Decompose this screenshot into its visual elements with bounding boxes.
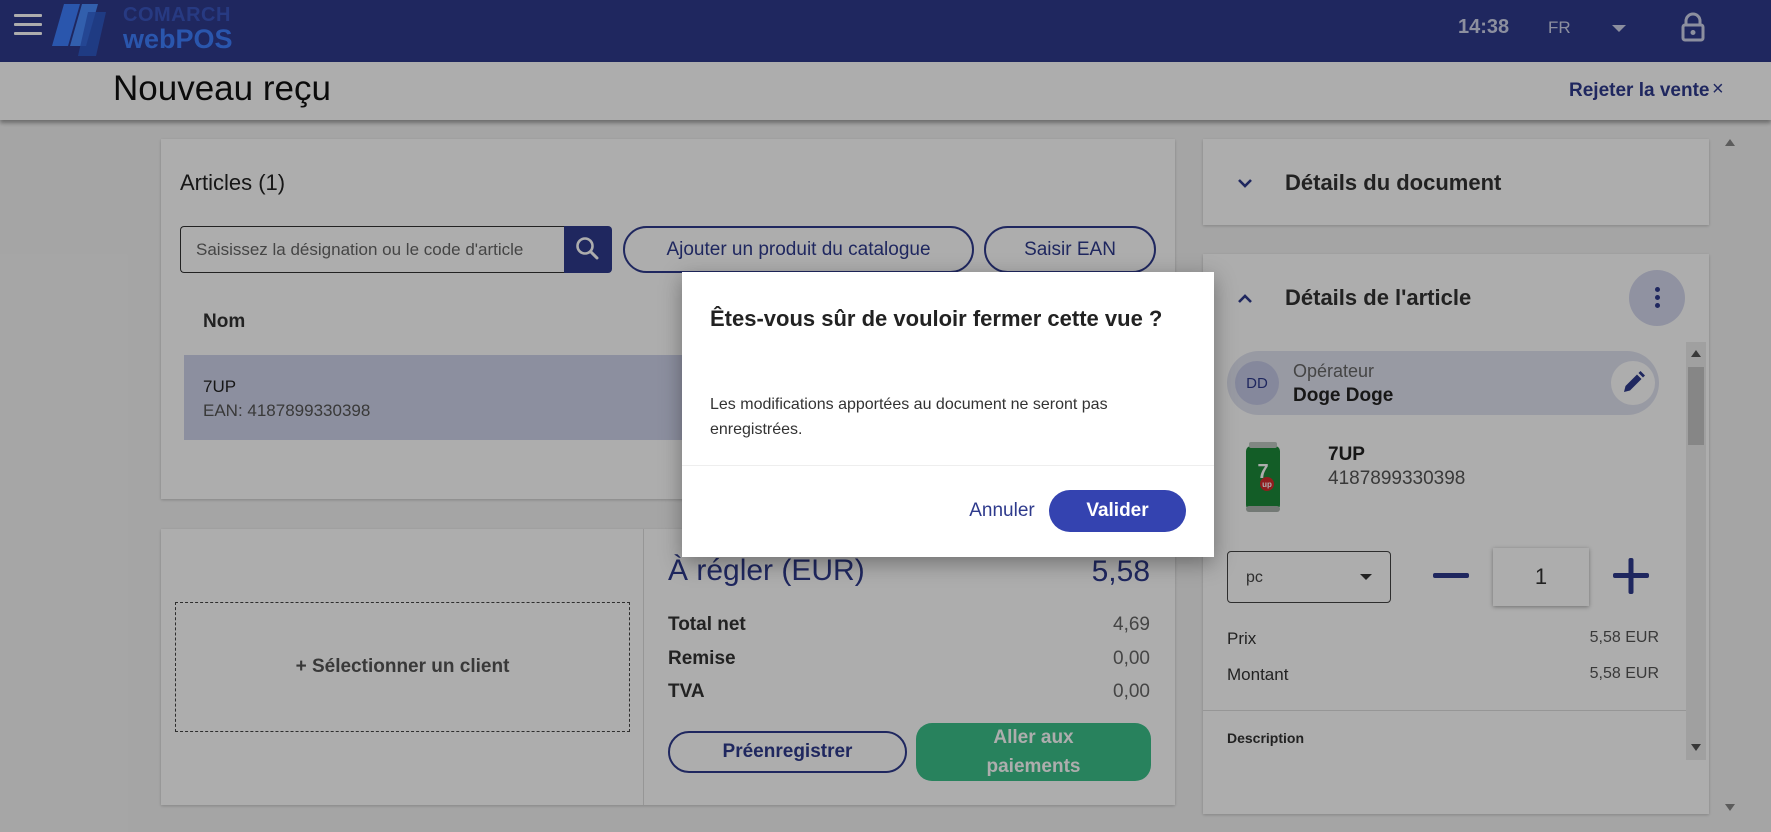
divider xyxy=(682,465,1214,466)
dialog-title: Êtes-vous sûr de vouloir fermer cette vu… xyxy=(710,306,1163,331)
confirm-button[interactable]: Valider xyxy=(1049,490,1186,532)
dialog-message: Les modifications apportées au document … xyxy=(710,396,1108,438)
cancel-button[interactable]: Annuler xyxy=(962,490,1042,532)
confirm-dialog: Êtes-vous sûr de vouloir fermer cette vu… xyxy=(682,272,1214,557)
